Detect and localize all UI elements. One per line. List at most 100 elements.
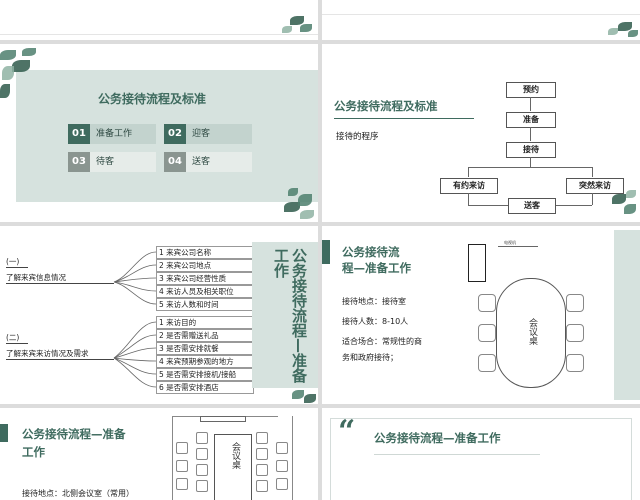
slide-title: 公务接待流程及标准: [98, 92, 207, 106]
slide-title-line1: 公务接待流: [342, 245, 400, 259]
chair: [478, 324, 496, 342]
chair: [566, 324, 584, 342]
flow-step-reception: 接待: [506, 142, 556, 158]
flow-step-sudden-visit: 突然来访: [566, 178, 624, 194]
visit-item: 1 来访目的: [156, 316, 254, 329]
leaf-decoration: [292, 390, 304, 399]
quote-mark: “: [338, 414, 356, 449]
agenda-number: 01: [68, 124, 90, 144]
room-left-wall: [172, 416, 173, 500]
chair: [256, 432, 268, 444]
slide-title-line2: 程—准备工作: [342, 261, 411, 275]
slide-thumbnail-5[interactable]: (一) 了解来宾信息情况 (二) 了解来宾来访情况及需求 1 来宾公司名称 2 …: [0, 226, 318, 404]
flow-connector: [530, 97, 531, 111]
flow-step-see-off: 送客: [508, 198, 556, 214]
slide-thumbnail-6[interactable]: 公务接待流 程—准备工作 接待地点：接待室 接待人数：8-10人 适合场合：常规…: [322, 226, 640, 404]
leaf-decoration: [0, 50, 16, 60]
leaf-decoration: [22, 48, 36, 56]
flow-connector: [530, 157, 531, 167]
agenda-label: 待客: [96, 157, 115, 167]
flow-connector: [530, 127, 531, 141]
flow-connector: [592, 193, 593, 205]
chair: [196, 448, 208, 460]
leaf-decoration: [2, 66, 14, 80]
info-line: 务和政府接待；: [342, 353, 398, 362]
info-line: 适合场合：常规性的商: [342, 337, 422, 346]
slide-title-line2: 工作: [22, 445, 45, 459]
slide-thumbnail-4[interactable]: 公务接待流程及标准 接待的程序 预约 准备 接待 有约来访 突然来访 送客: [322, 44, 640, 222]
chair: [176, 460, 188, 472]
slide-thumbnail-3[interactable]: 公务接待流程及标准 01 准备工作 02 迎客 03 待客 04 送客: [0, 44, 318, 222]
visit-item: 3 是否需安排就餐: [156, 342, 254, 355]
footer-line: [0, 34, 318, 35]
leaf-decoration: [608, 28, 618, 35]
leaf-decoration: [0, 84, 10, 98]
chair: [566, 354, 584, 372]
info-item: 3 来宾公司经营性质: [156, 272, 254, 285]
slide-title: 公务接待流程及标准: [334, 99, 438, 113]
info-item: 2 来宾公司地点: [156, 259, 254, 272]
slide-subtitle: 接待的程序: [336, 132, 379, 142]
info-item: 1 来宾公司名称: [156, 246, 254, 259]
chair: [276, 460, 288, 472]
agenda-number: 04: [164, 152, 186, 172]
agenda-item-02: 02 迎客: [164, 124, 252, 144]
chair: [478, 354, 496, 372]
leaf-decoration: [628, 30, 638, 37]
visit-item: 5 是否需安排接机/接船: [156, 368, 254, 381]
slide-thumbnail-8[interactable]: “ 公务接待流程—准备工作: [322, 408, 640, 500]
chair: [256, 448, 268, 460]
leaf-decoration: [626, 190, 636, 198]
leaf-decoration: [300, 24, 312, 32]
visit-item: 4 来宾预期参观的地方: [156, 355, 254, 368]
visit-item: 2 是否需赠送礼品: [156, 329, 254, 342]
slide-title-line1: 公务接待流程—准备: [22, 427, 126, 441]
leaf-decoration: [624, 204, 636, 214]
agenda-number: 03: [68, 152, 90, 172]
leaf-decoration: [282, 26, 292, 33]
chair: [196, 432, 208, 444]
leaf-decoration: [612, 194, 626, 204]
flow-connector: [468, 167, 592, 168]
agenda-item-01: 01 准备工作: [68, 124, 156, 144]
chair: [276, 478, 288, 490]
agenda-item-04: 04 送客: [164, 152, 252, 172]
info-line: 接待地点：北侧会议室（常用）: [22, 489, 134, 498]
slide-thumbnail-2[interactable]: [322, 0, 640, 40]
chair: [478, 294, 496, 312]
room-right-wall: [292, 416, 293, 500]
slide-thumbnail-7[interactable]: 公务接待流程—准备 工作 接待地点：北侧会议室（常用） 会议桌: [0, 408, 318, 500]
leaf-decoration: [304, 394, 316, 403]
chair: [176, 442, 188, 454]
door-frame: [468, 244, 486, 282]
flow-step-appointment: 预约: [506, 82, 556, 98]
chair: [256, 480, 268, 492]
info-item: 4 来访人员及相关职位: [156, 285, 254, 298]
flow-step-scheduled-visit: 有约来访: [440, 178, 498, 194]
slide-thumbnail-1[interactable]: [0, 0, 318, 40]
title-underline: [374, 454, 540, 455]
leaf-decoration: [298, 194, 312, 206]
chair: [196, 464, 208, 476]
agenda-label: 迎客: [192, 129, 211, 139]
title-accent-bar: [322, 240, 330, 264]
agenda-item-03: 03 待客: [68, 152, 156, 172]
side-panel: [614, 230, 640, 400]
leaf-decoration: [300, 210, 314, 219]
visit-item: 6 是否需安排酒店: [156, 381, 254, 394]
info-item: 5 来访人数和时间: [156, 298, 254, 311]
chair: [196, 480, 208, 492]
info-line: 接待人数：8-10人: [342, 317, 409, 326]
chair: [276, 442, 288, 454]
flow-connector: [554, 205, 592, 206]
leaf-decoration: [288, 188, 298, 196]
flow-connector: [468, 167, 469, 177]
leaf-decoration: [12, 60, 30, 72]
chair: [566, 294, 584, 312]
flow-connector: [468, 205, 508, 206]
slide-title: 公务接待流程—准备工作: [374, 431, 501, 445]
chair: [256, 464, 268, 476]
side-title: 公务接待流程—准备工作: [272, 248, 308, 383]
table-label: 会议桌: [527, 318, 537, 345]
flow-connector: [592, 167, 593, 177]
